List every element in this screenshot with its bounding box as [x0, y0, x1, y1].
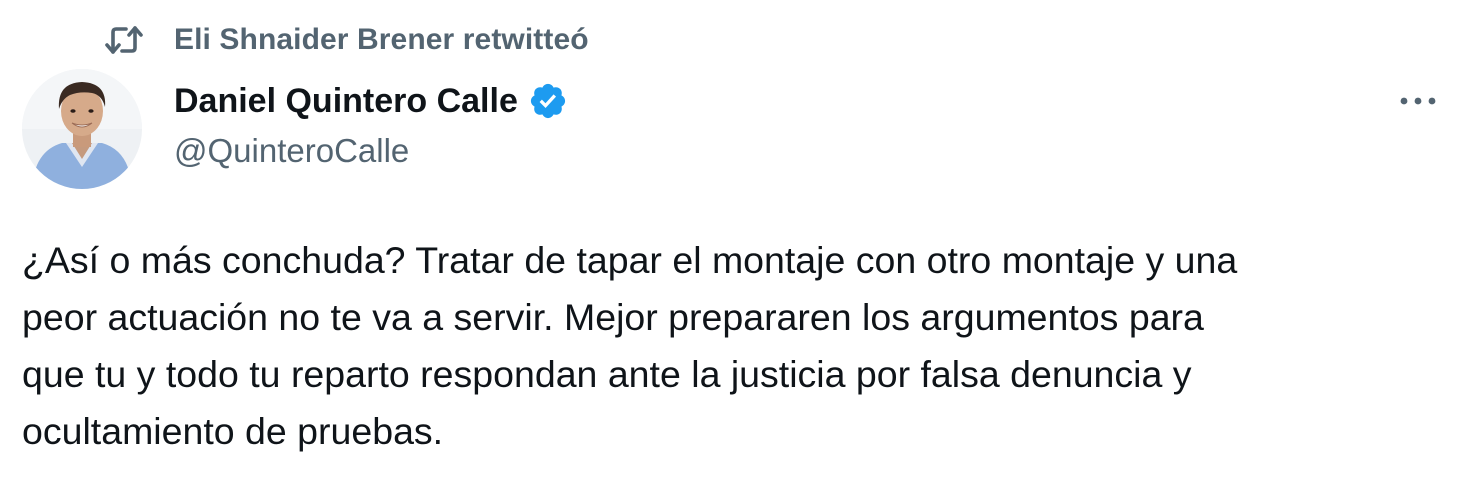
name-row: Daniel Quintero Calle — [174, 78, 568, 124]
tweet-card[interactable]: Eli Shnaider Brener retwitteó Daniel Qui… — [0, 0, 1471, 479]
display-name[interactable]: Daniel Quintero Calle — [174, 82, 518, 121]
author-block: Daniel Quintero Calle @QuinteroCalle — [174, 78, 568, 170]
social-context: Eli Shnaider Brener retwitteó — [104, 20, 589, 60]
more-icon — [1398, 93, 1438, 111]
tweet-text: ¿Así o más conchuda? Tratar de tapar el … — [22, 239, 1238, 452]
verified-badge-icon[interactable] — [528, 81, 568, 121]
retweet-icon — [104, 20, 144, 60]
avatar[interactable] — [22, 69, 142, 189]
retweeted-by-text[interactable]: Eli Shnaider Brener retwitteó — [174, 23, 589, 57]
user-handle[interactable]: @QuinteroCalle — [174, 132, 568, 170]
more-options-button[interactable] — [1390, 82, 1446, 122]
